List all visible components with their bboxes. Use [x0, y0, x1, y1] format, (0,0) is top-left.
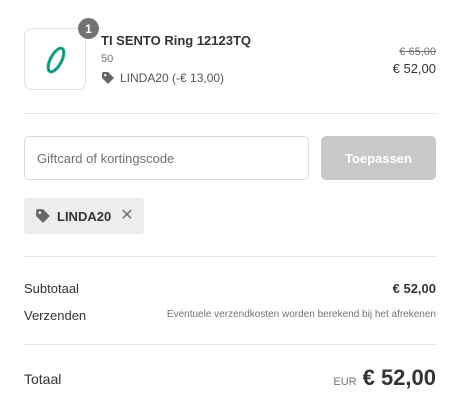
divider — [24, 344, 436, 345]
applied-code-label: LINDA20 — [57, 208, 112, 224]
shipping-label: Verzenden — [24, 308, 87, 323]
divider — [24, 256, 436, 257]
shipping-note: Eventuele verzendkosten worden berekend … — [166, 309, 436, 320]
product-name: TI SENTO Ring 12123TQ — [101, 33, 252, 48]
total-value: € 52,00 — [362, 365, 436, 390]
total-currency: EUR — [333, 376, 357, 388]
original-price: € 65,00 — [399, 46, 436, 58]
product-discount-label: LINDA20 (-€ 13,00) — [120, 71, 225, 85]
divider — [24, 113, 436, 114]
discount-code-input[interactable] — [24, 136, 309, 180]
ring-icon — [46, 46, 66, 74]
subtotal-label: Subtotaal — [24, 281, 79, 296]
total-label: Totaal — [24, 371, 62, 387]
apply-button[interactable]: Toepassen — [321, 136, 436, 180]
tag-icon — [102, 72, 114, 84]
subtotal-value: € 52,00 — [392, 281, 436, 296]
quantity-badge: 1 — [78, 18, 99, 39]
product-discount: LINDA20 (-€ 13,00) — [101, 71, 224, 85]
product-price: € 52,00 — [392, 61, 436, 76]
applied-discount-chip: LINDA20 ✕ — [24, 198, 144, 234]
product-thumbnail — [24, 28, 86, 90]
close-icon[interactable]: ✕ — [120, 208, 133, 224]
total: EUR € 52,00 — [333, 365, 436, 391]
tag-icon — [36, 209, 50, 223]
product-variant: 50 — [101, 53, 114, 65]
